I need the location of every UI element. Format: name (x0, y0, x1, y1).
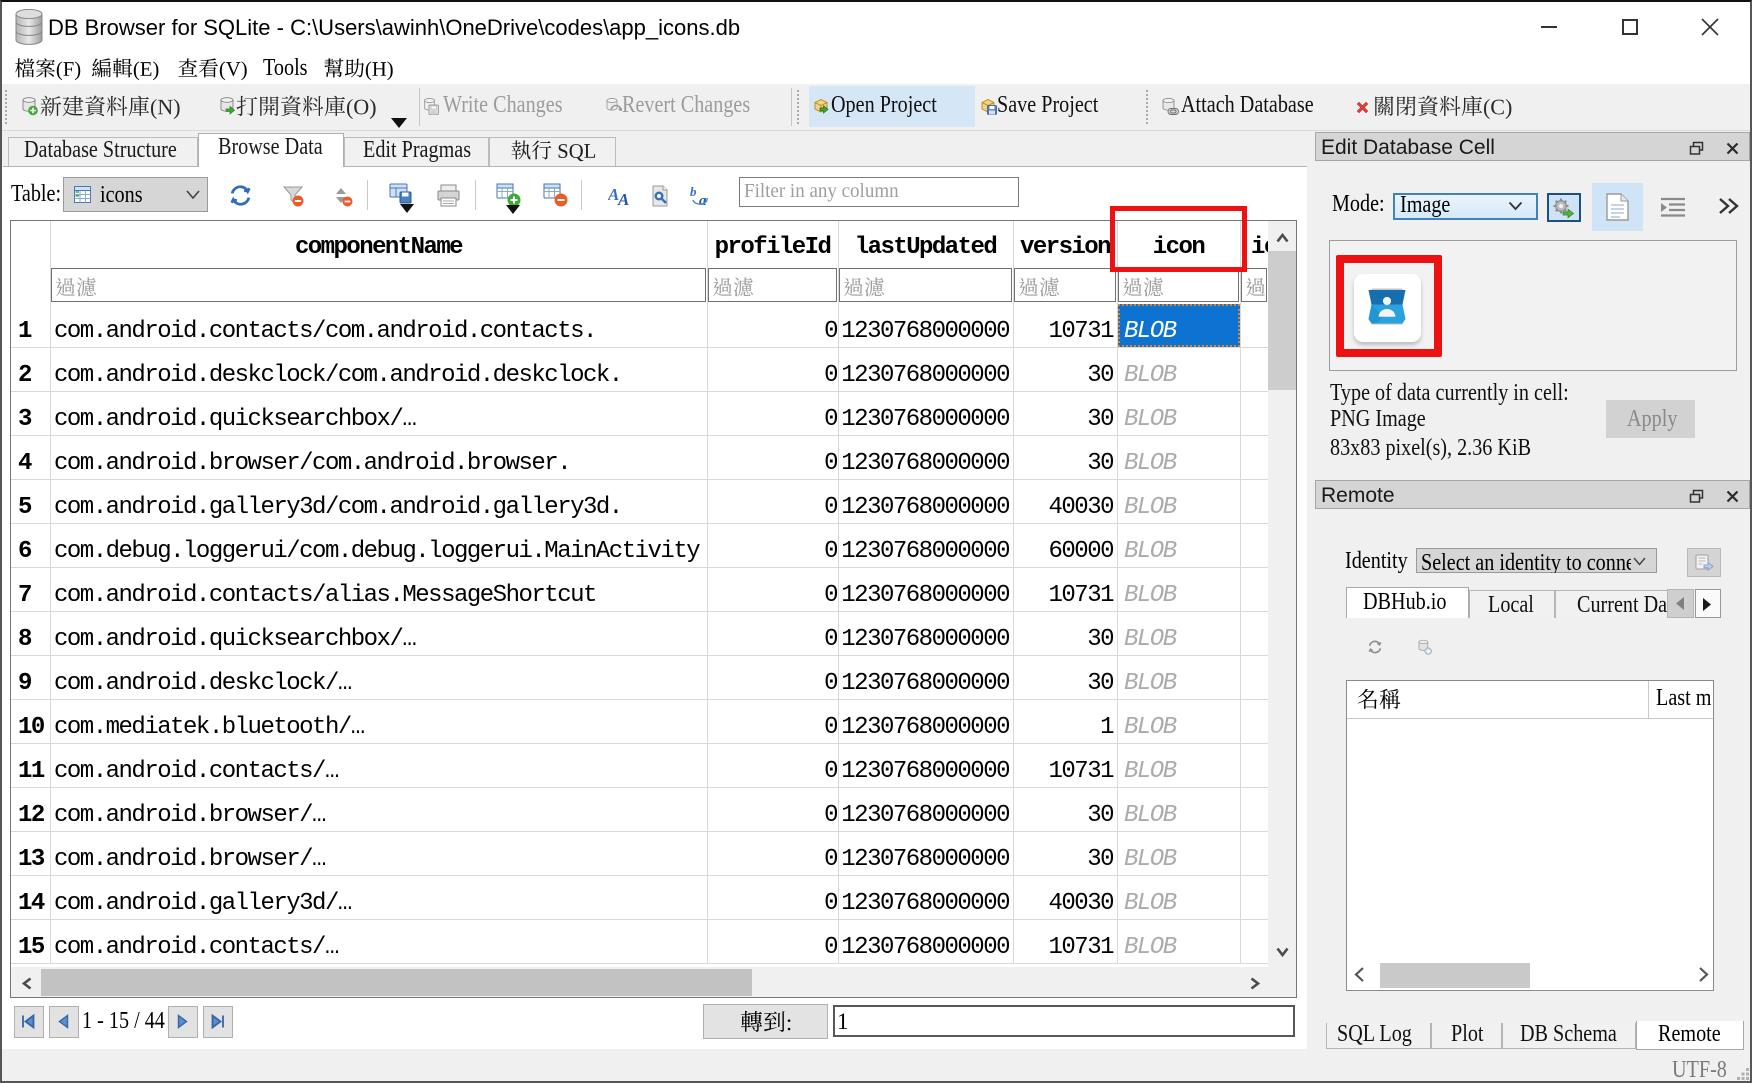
svg-text:b: b (690, 184, 697, 199)
svg-text:a: a (699, 193, 707, 208)
svg-text:A: A (617, 190, 629, 208)
